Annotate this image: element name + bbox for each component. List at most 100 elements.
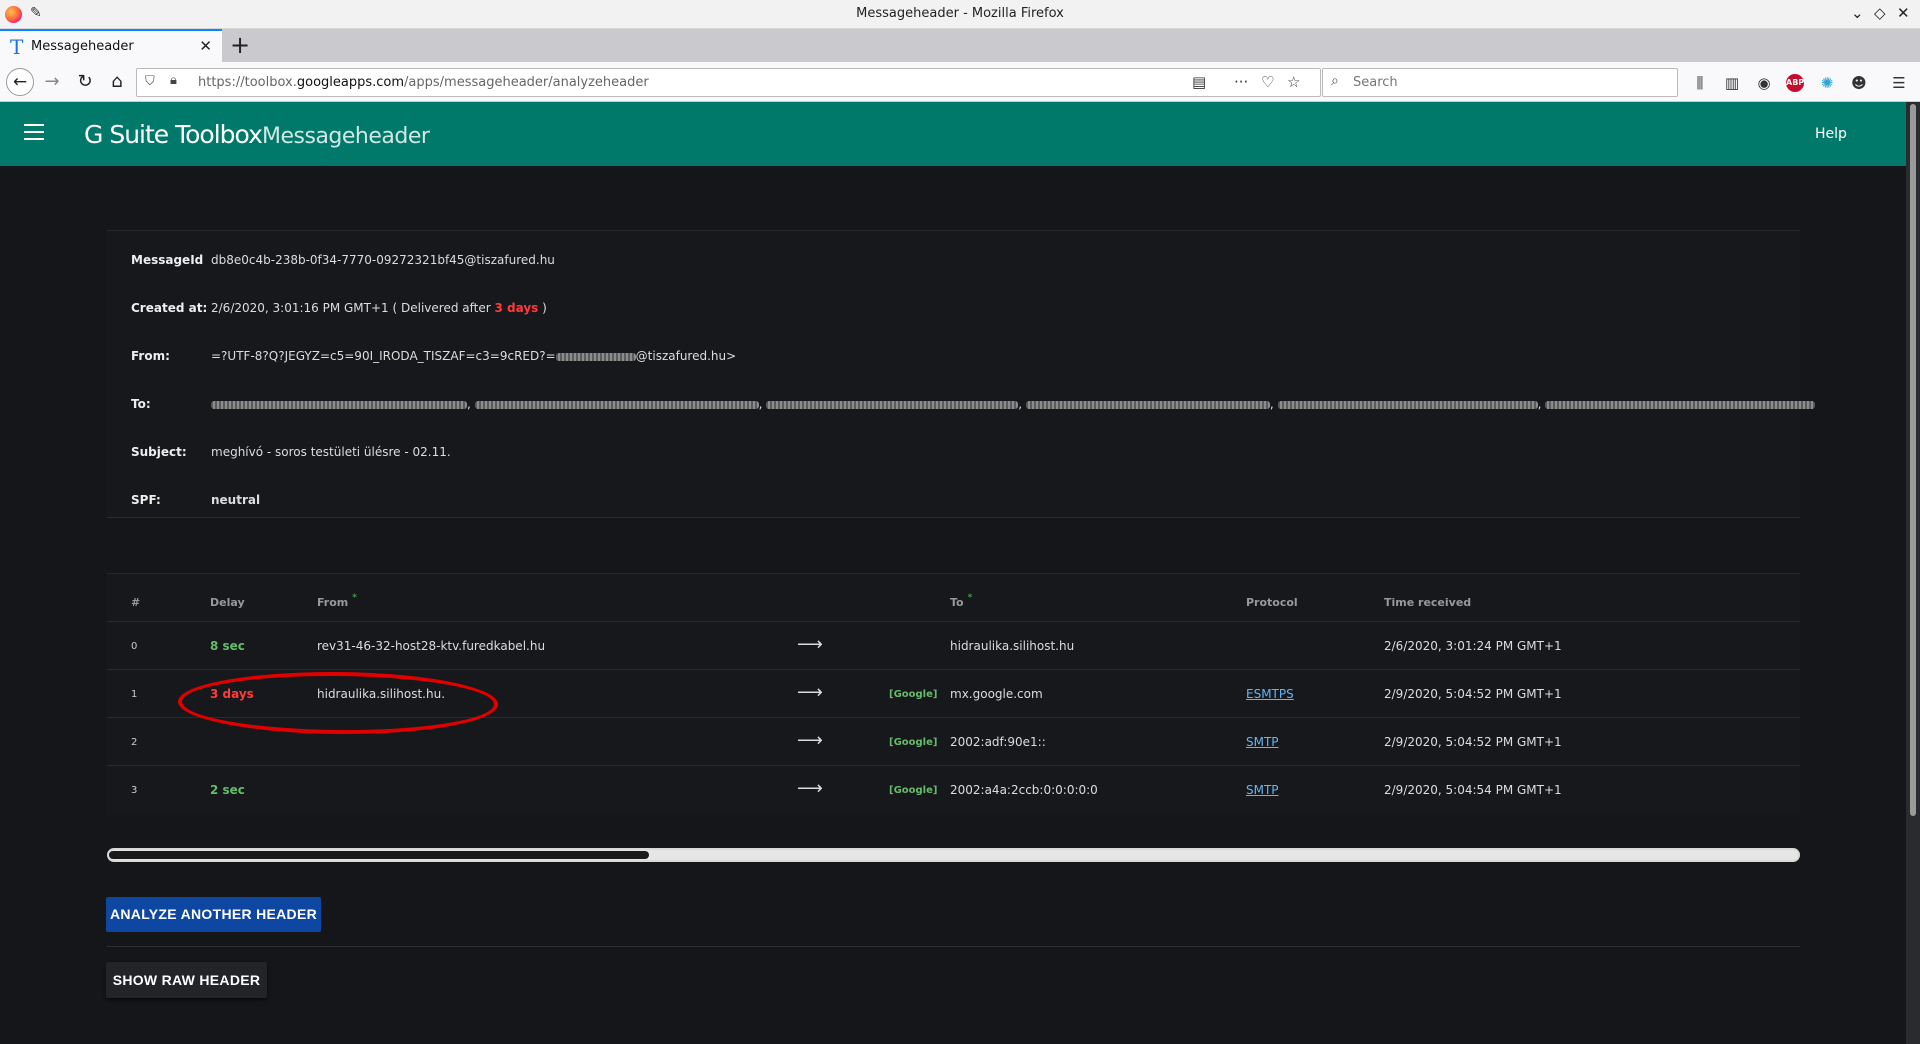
hop-to: 2002:a4a:2ccb:0:0:0:0:0 (950, 783, 1098, 797)
delivered-delay: 3 days (494, 301, 539, 315)
column-header-index: # (131, 596, 141, 609)
summary-row-created: Created at: 2/6/2020, 3:01:16 PM GMT+1 (… (107, 279, 1800, 327)
url-text[interactable]: https://toolbox.googleapps.com/apps/mess… (198, 75, 649, 90)
redacted-recipient (474, 400, 759, 409)
hops-table: # Delay From * To * Protocol Time received… (107, 573, 1800, 815)
hop-time-received: 2/9/2020, 5:04:52 PM GMT+1 (1384, 735, 1562, 749)
summary-row-subject: Subject: meghívó - soros testületi ülésr… (107, 423, 1800, 471)
hop-time-received: 2/9/2020, 5:04:52 PM GMT+1 (1384, 687, 1562, 701)
minimize-icon[interactable]: ⌄ (1851, 4, 1864, 22)
from-label: From: (131, 349, 170, 363)
hop-time-received: 2/9/2020, 5:04:54 PM GMT+1 (1384, 783, 1562, 797)
summary-row-from: From: =?UTF-8?Q?JEGYZ=c5=90I_IRODA_TISZA… (107, 327, 1800, 375)
window-title: Messageheader - Mozilla Firefox (856, 6, 1064, 21)
delivered-suffix: ) (542, 301, 547, 315)
column-header-to-label: To (950, 596, 964, 609)
back-icon[interactable]: ← (6, 68, 34, 96)
page-scrollbar-thumb[interactable] (1910, 104, 1916, 816)
forward-icon[interactable]: → (38, 68, 66, 96)
redacted-recipient (1545, 400, 1816, 409)
redacted-recipient (1277, 400, 1538, 409)
hop-to: mx.google.com (950, 687, 1043, 701)
arrow-right-icon: ⟶ (797, 730, 823, 751)
hop-to: hidraulika.silihost.hu (950, 639, 1075, 653)
summary-row-to: To: , , , , , (107, 375, 1816, 423)
sort-marker-icon: * (352, 593, 357, 603)
table-row: 3 2 sec ⟶ [Google] 2002:a4a:2ccb:0:0:0:0:0 SM… (107, 765, 1800, 813)
tab-messageheader[interactable]: T Messageheader ✕ (0, 29, 222, 62)
table-scrollbar-thumb[interactable] (109, 851, 649, 859)
column-header-to[interactable]: To * (950, 593, 972, 609)
tab-close-icon[interactable]: ✕ (199, 37, 212, 55)
from-value: =?UTF-8?Q?JEGYZ=c5=90I_IRODA_TISZAF=c3=9… (211, 349, 736, 363)
private-mask-icon[interactable]: ☻ (1848, 72, 1870, 94)
google-badge: [Google] (889, 689, 938, 700)
hop-to: 2002:adf:90e1:: (950, 735, 1046, 749)
page-scrollbar[interactable] (1906, 102, 1920, 1044)
column-header-delay: Delay (210, 596, 245, 609)
library-icon[interactable]: ⫼ (1689, 72, 1711, 94)
reader-view-icon[interactable]: ▤ (1192, 73, 1206, 91)
search-icon: ⌕ (1331, 73, 1339, 89)
protocol-link[interactable]: SMTP (1246, 783, 1279, 797)
summary-card: MessageId db8e0c4b-238b-0f34-7770-092723… (107, 230, 1816, 519)
message-id-label: MessageId (131, 253, 204, 267)
sidebar-icon[interactable]: ▥ (1721, 72, 1743, 94)
from-domain: @tiszafured.hu> (635, 349, 737, 363)
subject-value: meghívó - soros testületi ülésre - 02.11… (211, 445, 451, 459)
search-bar[interactable]: ⌕ Search (1322, 68, 1678, 97)
page-actions-icon[interactable]: ··· (1234, 73, 1248, 91)
react-devtools-icon[interactable]: ✺ (1816, 72, 1838, 94)
navigation-toolbar: ← → ↻ ⌂ ⛉ 🔒︎ https://toolbox.googleapps.… (0, 62, 1920, 102)
column-header-from[interactable]: From * (317, 593, 357, 609)
analyze-another-header-button[interactable]: ANALYZE ANOTHER HEADER (106, 897, 321, 932)
protocol-link[interactable]: ESMTPS (1246, 687, 1294, 701)
hop-index: 3 (131, 785, 138, 796)
adblock-plus-icon[interactable]: ABP (1786, 74, 1804, 92)
bookmark-star-icon[interactable]: ☆ (1287, 73, 1300, 91)
created-timestamp: 2/6/2020, 3:01:16 PM GMT+1 (211, 301, 389, 315)
show-raw-header-button[interactable]: SHOW RAW HEADER (106, 962, 267, 998)
brand-title: G Suite Toolbox (84, 120, 263, 149)
hamburger-menu-icon[interactable] (24, 124, 48, 144)
search-placeholder: Search (1353, 75, 1398, 90)
column-header-protocol: Protocol (1246, 596, 1298, 609)
reload-icon[interactable]: ↻ (71, 68, 99, 96)
delivered-prefix: ( Delivered after (392, 301, 491, 315)
protocol-link[interactable]: SMTP (1246, 735, 1279, 749)
subject-label: Subject: (131, 445, 187, 459)
summary-row-spf: SPF: neutral (107, 471, 1800, 519)
message-id-value: db8e0c4b-238b-0f34-7770-09272321bf45@tis… (211, 253, 555, 267)
hop-protocol: SMTP (1246, 735, 1279, 749)
hop-time-received: 2/6/2020, 3:01:24 PM GMT+1 (1384, 639, 1562, 653)
new-tab-icon[interactable]: + (230, 31, 250, 59)
spf-value: neutral (211, 493, 261, 507)
hop-index: 0 (131, 641, 138, 652)
close-window-icon[interactable]: ✕ (1897, 4, 1910, 22)
redacted-recipient (766, 400, 1019, 409)
table-horizontal-scrollbar[interactable] (107, 848, 1800, 862)
maximize-icon[interactable]: ◇ (1874, 4, 1886, 22)
menu-icon[interactable]: ☰ (1888, 72, 1910, 94)
hop-protocol: ESMTPS (1246, 687, 1294, 701)
tab-strip: T Messageheader ✕ + (0, 29, 1920, 62)
to-label: To: (131, 397, 151, 411)
pocket-icon[interactable]: ♡ (1261, 73, 1274, 91)
url-bar[interactable]: ⛉ 🔒︎ https://toolbox.googleapps.com/apps… (136, 68, 1321, 97)
hop-from: rev31-46-32-host28-ktv.furedkabel.hu (317, 639, 546, 653)
google-badge: [Google] (889, 737, 938, 748)
created-label: Created at: (131, 301, 208, 315)
account-icon[interactable]: ◉ (1753, 72, 1775, 94)
tab-title: Messageheader (31, 39, 134, 54)
arrow-right-icon: ⟶ (797, 634, 823, 655)
help-link[interactable]: Help (1815, 126, 1847, 142)
hop-index: 1 (131, 689, 138, 700)
home-icon[interactable]: ⌂ (103, 68, 131, 96)
arrow-right-icon: ⟶ (797, 682, 823, 703)
window-titlebar: ✎ Messageheader - Mozilla Firefox ⌄ ◇ ✕ (0, 0, 1920, 29)
tracking-shield-icon[interactable]: ⛉ (145, 74, 155, 89)
summary-row-message-id: MessageId db8e0c4b-238b-0f34-7770-092723… (107, 231, 1800, 279)
lock-icon[interactable]: 🔒︎ (170, 73, 177, 88)
column-header-time: Time received (1384, 596, 1472, 609)
divider (107, 946, 1800, 947)
